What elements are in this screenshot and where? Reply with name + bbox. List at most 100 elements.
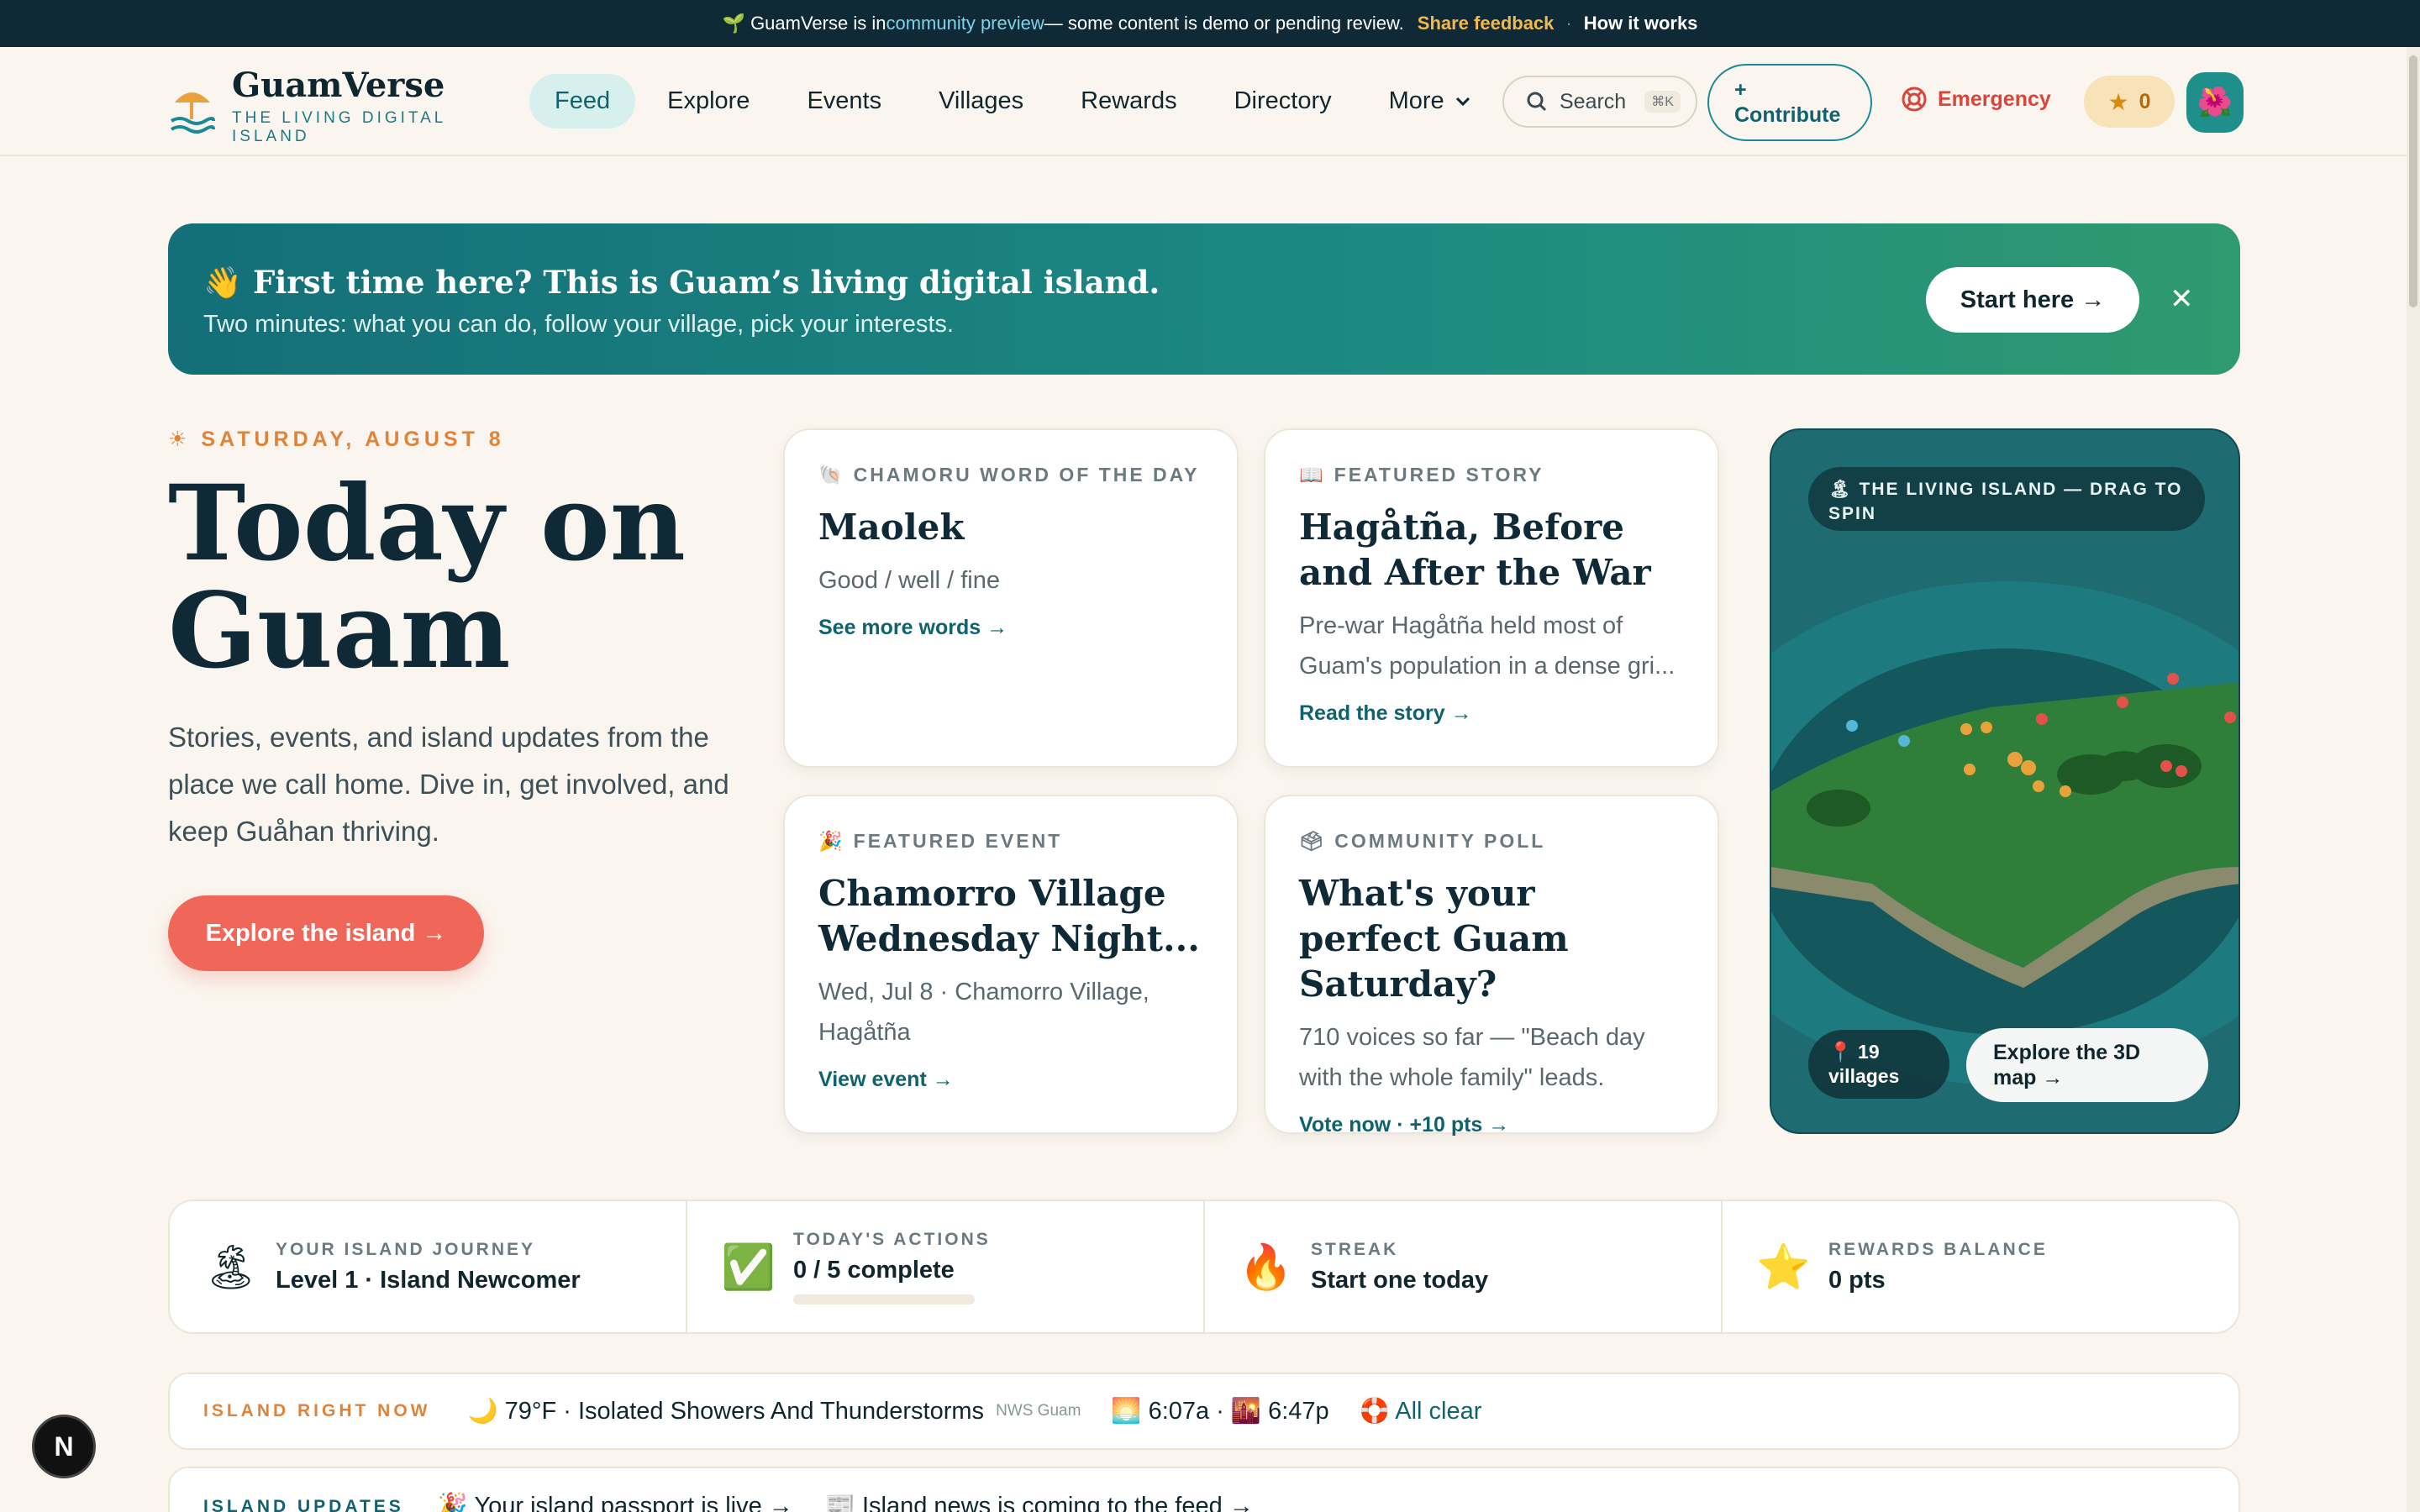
search-shortcut: ⌘K xyxy=(1644,91,1681,113)
journey-value: Level 1 · Island Newcomer xyxy=(276,1266,581,1294)
announcement-separator: · xyxy=(1565,13,1572,34)
nav-links: Feed Explore Events Villages Rewards Dir… xyxy=(529,74,1497,129)
safety-status[interactable]: 🛟 All clear xyxy=(1360,1397,1482,1425)
emergency-label: Emergency xyxy=(1938,87,2051,111)
island-journey-strip: 🏝 YOUR ISLAND JOURNEY Level 1 · Island N… xyxy=(168,1200,2240,1334)
update-link-news[interactable]: 📰 Island news is coming to the feed → xyxy=(825,1492,1254,1512)
word-of-day-card[interactable]: 🐚 CHAMORU WORD OF THE DAY Maolek Good / … xyxy=(783,428,1239,768)
ballot-box-icon: 🗳 xyxy=(1299,830,1327,852)
nav-link-villages[interactable]: Villages xyxy=(913,74,1049,129)
nav-link-feed[interactable]: Feed xyxy=(529,74,636,129)
welcome-banner: 👋 First time here? This is Guam’s living… xyxy=(168,223,2240,375)
read-story-link[interactable]: Read the story → xyxy=(1299,701,1684,726)
living-island-map[interactable]: 🏝 THE LIVING ISLAND — DRAG TO SPIN 📍 19 … xyxy=(1770,428,2240,1134)
word-title: Maolek xyxy=(818,507,965,548)
avatar[interactable]: 🌺 xyxy=(2186,72,2244,133)
nav-more-dropdown[interactable]: More xyxy=(1364,74,1497,129)
story-title: Hagåtña, Before and After the War xyxy=(1299,507,1651,593)
points-badge[interactable]: ★ 0 xyxy=(2084,76,2175,128)
actions-progress-bar xyxy=(793,1294,975,1305)
star-icon: ★ xyxy=(2107,88,2129,115)
nav-more-label: More xyxy=(1388,87,1444,114)
card-kicker: 🎉 FEATURED EVENT xyxy=(818,830,1203,853)
rewards-value: 0 pts xyxy=(1828,1266,1886,1294)
hero-subtitle: Stories, events, and island updates from… xyxy=(168,722,729,847)
streak-value: Start one today xyxy=(1311,1266,1489,1294)
island-right-now-bar: ISLAND RIGHT NOW 🌙 79°F · Isolated Showe… xyxy=(168,1373,2240,1450)
featured-story-card[interactable]: 📖 FEATURED STORY Hagåtña, Before and Aft… xyxy=(1264,428,1719,768)
brand-name: GuamVerse xyxy=(232,66,445,105)
community-preview-link[interactable]: community preview xyxy=(886,13,1044,34)
welcome-subtitle: Two minutes: what you can do, follow you… xyxy=(203,311,954,338)
brand-logo[interactable]: GuamVerse THE LIVING DIGITAL ISLAND xyxy=(168,69,476,146)
featured-event-card[interactable]: 🎉 FEATURED EVENT Chamorro Village Wednes… xyxy=(783,795,1239,1134)
emergency-button[interactable]: Emergency xyxy=(1901,86,2051,113)
island-right-now-label: ISLAND RIGHT NOW xyxy=(203,1401,431,1420)
explore-island-button[interactable]: Explore the island → xyxy=(168,895,484,971)
contribute-button[interactable]: + Contribute xyxy=(1707,64,1872,141)
party-popper-icon: 🎉 xyxy=(818,830,845,852)
start-here-button[interactable]: Start here → xyxy=(1926,267,2139,333)
todays-actions-cell[interactable]: ✅ TODAY'S ACTIONS 0 / 5 complete xyxy=(687,1201,1205,1332)
island-updates-bar: ISLAND UPDATES 🎉 Your island passport is… xyxy=(168,1467,2240,1512)
search-icon xyxy=(1527,92,1547,112)
weather-text: 🌙 79°F · Isolated Showers And Thundersto… xyxy=(467,1398,985,1425)
scrollbar-thumb[interactable] xyxy=(2409,55,2417,307)
contribute-label: Contribute xyxy=(1734,103,1841,127)
event-title: Chamorro Village Wednesday Night... xyxy=(818,873,1200,959)
rewards-label: REWARDS BALANCE xyxy=(1828,1239,2048,1259)
journey-level-cell[interactable]: 🏝 YOUR ISLAND JOURNEY Level 1 · Island N… xyxy=(170,1201,687,1332)
word-meaning: Good / well / fine xyxy=(818,567,1000,594)
actions-label: TODAY'S ACTIONS xyxy=(793,1229,991,1249)
villages-count-badge: 📍 19 villages xyxy=(1808,1030,1949,1099)
search-button[interactable]: Search ⌘K xyxy=(1502,76,1697,128)
shell-icon: 🐚 xyxy=(818,464,845,486)
share-feedback-link[interactable]: Share feedback xyxy=(1418,13,1555,34)
today-date: ☀ SATURDAY, AUGUST 8 xyxy=(168,428,505,451)
word-kicker-label: CHAMORU WORD OF THE DAY xyxy=(853,464,1200,486)
poll-kicker-label: COMMUNITY POLL xyxy=(1334,830,1546,852)
rewards-balance-cell[interactable]: ⭐ REWARDS BALANCE 0 pts xyxy=(1723,1201,2238,1332)
vote-now-link[interactable]: Vote now · +10 pts → xyxy=(1299,1113,1684,1137)
event-details: Wed, Jul 8 · Chamorro Village, Hagåtña xyxy=(818,979,1150,1046)
community-poll-card[interactable]: 🗳 COMMUNITY POLL What's your perfect Gua… xyxy=(1264,795,1719,1137)
fire-icon: 🔥 xyxy=(1239,1242,1293,1292)
close-icon[interactable]: ✕ xyxy=(2170,282,2194,316)
streak-label: STREAK xyxy=(1311,1239,1399,1259)
poll-summary: 710 voices so far — "Beach day with the … xyxy=(1299,1024,1645,1091)
update-link-passport[interactable]: 🎉 Your island passport is live → xyxy=(438,1492,793,1512)
chevron-down-icon xyxy=(1455,97,1470,106)
page-scrollbar[interactable] xyxy=(2407,47,2420,1512)
book-icon: 📖 xyxy=(1299,464,1326,486)
story-kicker-label: FEATURED STORY xyxy=(1334,464,1544,486)
announcement-bar: 🌱 GuamVerse is in community preview — so… xyxy=(0,0,2420,47)
journey-label: YOUR ISLAND JOURNEY xyxy=(276,1239,536,1259)
palm-umbrella-icon xyxy=(168,81,215,134)
hibiscus-icon: 🌺 xyxy=(2196,87,2233,118)
check-mark-icon: ✅ xyxy=(721,1242,776,1292)
story-excerpt: Pre-war Hagåtña held most of Guam's popu… xyxy=(1299,612,1676,680)
dev-tools-badge[interactable]: N xyxy=(32,1415,96,1478)
welcome-title: 👋 First time here? This is Guam’s living… xyxy=(203,264,1160,301)
streak-cell[interactable]: 🔥 STREAK Start one today xyxy=(1205,1201,1723,1332)
island-icon: 🏝 xyxy=(203,1242,260,1292)
event-kicker-label: FEATURED EVENT xyxy=(853,830,1063,852)
nav-link-directory[interactable]: Directory xyxy=(1209,74,1357,129)
drag-to-spin-hint: 🏝 THE LIVING ISLAND — DRAG TO SPIN xyxy=(1808,467,2205,531)
nav-link-rewards[interactable]: Rewards xyxy=(1055,74,1202,129)
weather-source: NWS Guam xyxy=(996,1402,1081,1420)
sun-times: 🌅 6:07a · 🌇 6:47p xyxy=(1111,1398,1329,1425)
points-value: 0 xyxy=(2139,89,2151,113)
card-kicker: 📖 FEATURED STORY xyxy=(1299,464,1684,486)
explore-3d-map-button[interactable]: Explore the 3D map → xyxy=(1966,1028,2208,1102)
nav-link-explore[interactable]: Explore xyxy=(642,74,775,129)
see-more-words-link[interactable]: See more words → xyxy=(818,616,1203,640)
how-it-works-link[interactable]: How it works xyxy=(1584,13,1698,34)
plus-icon: + xyxy=(1734,78,1747,102)
card-kicker: 🗳 COMMUNITY POLL xyxy=(1299,830,1684,853)
view-event-link[interactable]: View event → xyxy=(818,1068,1203,1092)
page-title: Today on Guam xyxy=(168,463,686,692)
actions-value: 0 / 5 complete xyxy=(793,1256,955,1284)
weather-readout[interactable]: 🌙 79°F · Isolated Showers And Thundersto… xyxy=(467,1397,1081,1425)
nav-link-events[interactable]: Events xyxy=(781,74,907,129)
